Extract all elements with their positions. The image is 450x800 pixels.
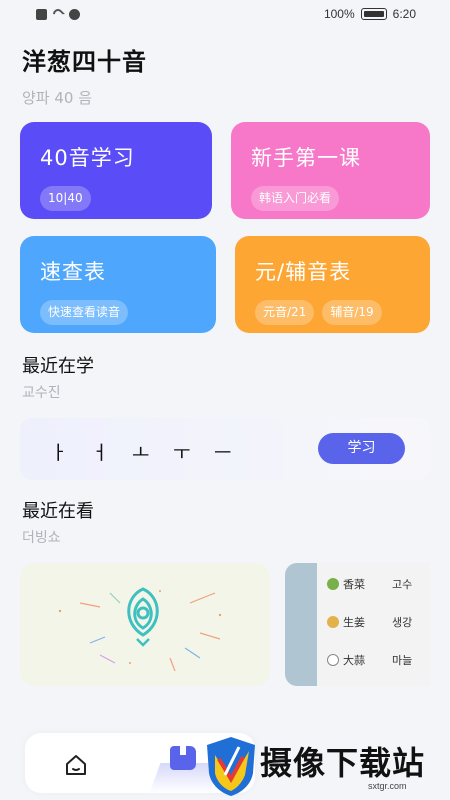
battery-percent: 100% (323, 7, 355, 21)
letter-list: ㅏ ㅓ ㅗ ㅜ ㅡ (50, 438, 255, 465)
recent-learning-bar[interactable]: ㅏ ㅓ ㅗ ㅜ ㅡ 学习 (20, 418, 430, 480)
consonant-count-chip: 辅音/19 (322, 300, 382, 325)
cilantro-icon (327, 578, 339, 590)
study-button[interactable]: 学习 (318, 433, 405, 464)
app-status-icon (69, 8, 80, 20)
watermark: 摄像下载站 sxtgr.com (200, 733, 450, 800)
vocab-zh: 生姜 (343, 616, 365, 629)
progress-chip: 10|40 (40, 186, 91, 211)
battery-icon (360, 8, 387, 20)
letter-item: ㅡ (214, 442, 232, 464)
clock: 6:20 (392, 7, 416, 21)
vocab-ko: 고수 (392, 578, 413, 591)
card-vowel-consonant-table[interactable]: 元/辅音表 元音/21 辅音/19 (235, 236, 430, 333)
vocab-ko: 마늘 (392, 654, 413, 667)
vocab-row: 香菜 고수 (327, 576, 412, 592)
letter-item: ㅗ (132, 442, 150, 464)
vocab-ko: 생강 (392, 616, 413, 629)
vocab-zh: 大蒜 (343, 654, 365, 667)
card-quick-table[interactable]: 速查表 快速查看读音 (20, 236, 216, 333)
garlic-icon (327, 654, 339, 666)
card-40-sound-learning[interactable]: 40音学习 10|40 (20, 122, 212, 219)
notification-icon (36, 8, 47, 20)
card-title: 40音学习 (40, 146, 135, 170)
card-title: 元/辅音表 (255, 260, 352, 284)
recent-watching-subtitle: 더빙쇼 (22, 530, 61, 546)
vocab-row: 大蒜 마늘 (327, 652, 412, 668)
vocab-zh: 香菜 (343, 578, 365, 591)
status-icons (36, 6, 80, 22)
status-bar: 100% 6:20 (0, 0, 450, 28)
tag-chip: 快速查看读音 (40, 300, 129, 325)
shield-logo-icon (207, 737, 255, 796)
ginger-icon (327, 616, 339, 628)
vowel-count-chip: 元音/21 (255, 300, 315, 325)
tag-chip: 韩语入门必看 (251, 186, 340, 211)
letter-item: ㅏ (50, 442, 68, 464)
vocab-row: 生姜 생강 (327, 614, 412, 630)
home-icon[interactable] (64, 754, 88, 776)
wifi-icon (50, 6, 66, 22)
letter-item: ㅜ (173, 442, 191, 464)
watermark-text: 摄像下载站 (260, 744, 426, 782)
book-icon[interactable] (170, 746, 196, 770)
page-subtitle: 양파 40 음 (22, 89, 93, 107)
watermark-url: sxtgr.com (368, 781, 407, 791)
recent-watching-title: 最近在看 (22, 501, 94, 522)
page-title: 洋葱四十音 (22, 48, 147, 76)
video-thumbnail-vegetables[interactable]: 香菜 고수 生姜 생강 大蒜 마늘 (285, 563, 430, 686)
card-title: 速查表 (40, 260, 106, 284)
recent-learning-title: 最近在学 (22, 356, 94, 377)
card-title: 新手第一课 (251, 146, 361, 170)
onion-logo-icon (58, 587, 222, 672)
recent-learning-subtitle: 교수진 (22, 385, 61, 401)
card-first-lesson[interactable]: 新手第一课 韩语入门必看 (231, 122, 430, 219)
video-thumbnail-onion[interactable] (20, 563, 270, 686)
letter-item: ㅓ (91, 442, 109, 464)
status-right: 100% 6:20 (324, 7, 416, 21)
